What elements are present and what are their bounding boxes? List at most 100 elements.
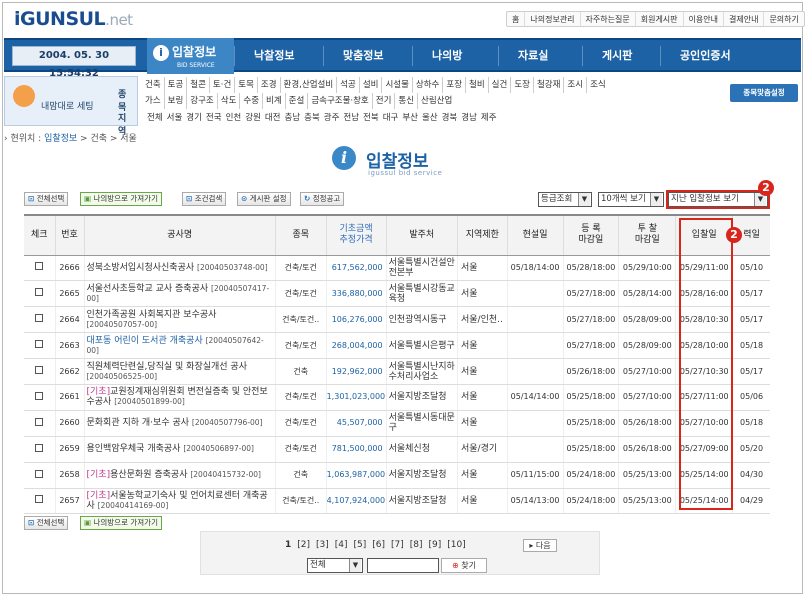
board-setting-button[interactable]: ⊙ 게시판 설정: [237, 192, 291, 206]
category-item[interactable]: 시설물: [381, 77, 411, 93]
category-item[interactable]: 금속구조물·창호: [307, 93, 371, 109]
category-item[interactable]: 산림산업: [417, 93, 455, 109]
row-checkbox[interactable]: [35, 340, 44, 349]
row-name-link[interactable]: 서울선사초등학교 교사 증축공사: [87, 284, 209, 294]
site-logo[interactable]: iGUNSUL.net: [14, 8, 133, 30]
category-item[interactable]: 삭도: [216, 93, 240, 109]
condition-search-button[interactable]: ⊡ 조건검색: [182, 192, 227, 206]
row-checkbox[interactable]: [35, 443, 44, 452]
row-name-link[interactable]: 문화회관 지하 개·보수 공사: [87, 418, 190, 428]
category-item[interactable]: 상하수: [411, 77, 442, 93]
page-link[interactable]: [5]: [354, 540, 367, 550]
row-checkbox[interactable]: [35, 366, 44, 374]
region-item[interactable]: 인천: [224, 113, 244, 123]
category-item[interactable]: 전기: [371, 93, 395, 109]
search-input[interactable]: [367, 558, 439, 573]
select-all-button[interactable]: ⊡ 전체선택: [24, 192, 69, 206]
category-item[interactable]: 토공: [163, 77, 187, 93]
region-item[interactable]: 전북: [361, 113, 381, 123]
region-item[interactable]: 부산: [400, 113, 420, 123]
nav-tab[interactable]: 공인인증서: [680, 47, 731, 63]
region-item[interactable]: 전체: [145, 113, 165, 123]
category-item[interactable]: 토·건: [208, 77, 234, 93]
region-item[interactable]: 전남: [341, 113, 361, 123]
search-button[interactable]: ⊕ 찾기: [441, 558, 487, 573]
region-item[interactable]: 충북: [302, 113, 322, 123]
category-item[interactable]: 토목: [234, 77, 257, 93]
row-checkbox[interactable]: [35, 469, 44, 478]
region-item[interactable]: 경남: [459, 113, 479, 123]
bottom-select-all-button[interactable]: ⊡ 전체선택: [24, 516, 69, 530]
region-item[interactable]: 대전: [263, 113, 283, 123]
row-checkbox[interactable]: [35, 495, 44, 504]
nav-tab[interactable]: 자료실: [518, 47, 548, 63]
category-item[interactable]: 설비: [358, 77, 382, 93]
row-name-link[interactable]: 직원체력단련실,당직실 및 화장실개선 공사: [87, 362, 248, 372]
row-name-link[interactable]: 대포동 어린이 도서관 개축공사: [87, 336, 203, 346]
row-name-link[interactable]: 성북소방서입시청사신축공사: [87, 263, 195, 273]
top-link[interactable]: 문의하기: [764, 12, 803, 26]
top-link[interactable]: 이용안내: [684, 12, 724, 26]
page-link[interactable]: [4]: [335, 540, 348, 550]
region-item[interactable]: 강원: [243, 113, 263, 123]
row-checkbox[interactable]: [35, 314, 44, 323]
page-link[interactable]: [2]: [297, 540, 310, 550]
region-item[interactable]: 전국: [204, 113, 224, 123]
region-item[interactable]: 울산: [420, 113, 440, 123]
nav-tab[interactable]: 맞춤정보: [343, 47, 383, 63]
page-link[interactable]: [9]: [429, 540, 442, 550]
category-item[interactable]: 가스: [145, 93, 164, 109]
top-link[interactable]: 결제안내: [724, 12, 765, 26]
category-item[interactable]: 철강재: [532, 77, 563, 93]
category-item[interactable]: 통신: [394, 93, 417, 109]
category-item[interactable]: 철콘: [186, 77, 209, 93]
region-item[interactable]: 충남: [282, 113, 302, 123]
page-link[interactable]: [10]: [447, 540, 465, 550]
page-link[interactable]: [7]: [391, 540, 404, 550]
notice-button[interactable]: ↻ 정정공고: [300, 192, 345, 206]
row-checkbox[interactable]: [35, 417, 44, 426]
nav-tab[interactable]: 낙찰정보: [254, 47, 294, 63]
category-setting-button[interactable]: 종목맞춤설정: [730, 84, 798, 102]
category-item[interactable]: 수중: [239, 93, 262, 109]
region-item[interactable]: 서울: [165, 113, 185, 123]
category-item[interactable]: 보링: [163, 93, 187, 109]
row-checkbox[interactable]: [35, 288, 44, 297]
page-link[interactable]: [6]: [372, 540, 385, 550]
region-item[interactable]: 광주: [322, 113, 342, 123]
region-item[interactable]: 대구: [381, 113, 401, 123]
category-item[interactable]: 비계: [262, 93, 285, 109]
row-name-link[interactable]: 인천가족공원 사회복지관 보수공사: [87, 310, 217, 320]
category-item[interactable]: 실건: [487, 77, 511, 93]
category-item[interactable]: 포장: [442, 77, 465, 93]
custom-setting-box[interactable]: 내맘대로 세팅 종 목 지 역: [4, 76, 138, 137]
nav-tab-active[interactable]: i 입찰정보 BID SERVICE: [147, 38, 234, 74]
per-page-select[interactable]: 10개씩 보기: [598, 192, 664, 207]
region-item[interactable]: 제주: [479, 113, 499, 123]
nav-tab[interactable]: 나의방: [432, 47, 462, 63]
nav-tab[interactable]: 게시판: [602, 47, 632, 63]
top-link[interactable]: 자주하는질문: [581, 12, 636, 26]
category-item[interactable]: 철비: [465, 77, 488, 93]
top-link[interactable]: 나의정보관리: [525, 12, 581, 26]
page-link[interactable]: [3]: [316, 540, 329, 550]
region-item[interactable]: 경기: [184, 113, 204, 123]
category-item[interactable]: 건축: [145, 77, 164, 93]
category-item[interactable]: 강구조: [186, 93, 216, 109]
page-link[interactable]: [8]: [410, 540, 423, 550]
row-name-link[interactable]: 용인백암우체국 개축공사: [87, 444, 181, 454]
sort-select[interactable]: 등급조회: [538, 192, 592, 207]
category-item[interactable]: 조경: [256, 77, 280, 93]
region-item[interactable]: 경북: [440, 113, 460, 123]
row-name-link[interactable]: 용산문화원 증축공사: [110, 470, 187, 480]
top-link[interactable]: 홈: [507, 12, 526, 26]
category-item[interactable]: 조시: [563, 77, 586, 93]
category-item[interactable]: 석공: [336, 77, 359, 93]
row-checkbox[interactable]: [35, 391, 44, 400]
search-field-select[interactable]: 전체: [307, 558, 363, 573]
bottom-to-mypage-button[interactable]: ▣ 나의방으로 가져가기: [80, 516, 162, 530]
category-item[interactable]: 조식: [586, 77, 609, 93]
row-checkbox[interactable]: [35, 262, 44, 271]
top-link[interactable]: 회원게시판: [636, 12, 684, 26]
category-item[interactable]: 도장: [510, 77, 533, 93]
